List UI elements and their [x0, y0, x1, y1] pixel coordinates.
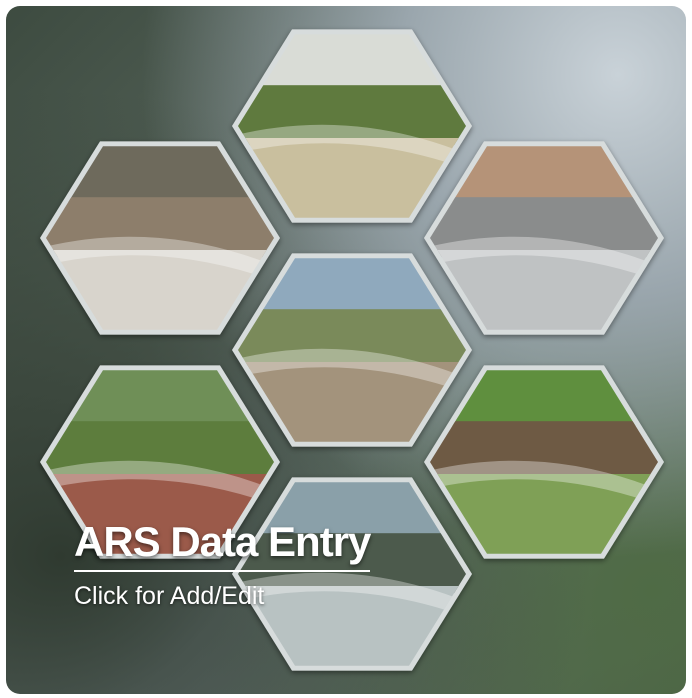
tile-title: ARS Data Entry [74, 518, 371, 572]
photo-lined-pond [424, 141, 664, 335]
photo-check-dam-overflow [232, 253, 472, 447]
tile-caption: ARS Data Entry Click for Add/Edit [74, 518, 371, 611]
ars-data-entry-tile[interactable]: ARS Data Entry Click for Add/Edit [6, 6, 686, 694]
photo-canal-overflow [40, 141, 280, 335]
photo-pond-landscape [232, 29, 472, 223]
tile-subtitle: Click for Add/Edit [74, 582, 265, 610]
photo-field-workers [424, 365, 664, 559]
